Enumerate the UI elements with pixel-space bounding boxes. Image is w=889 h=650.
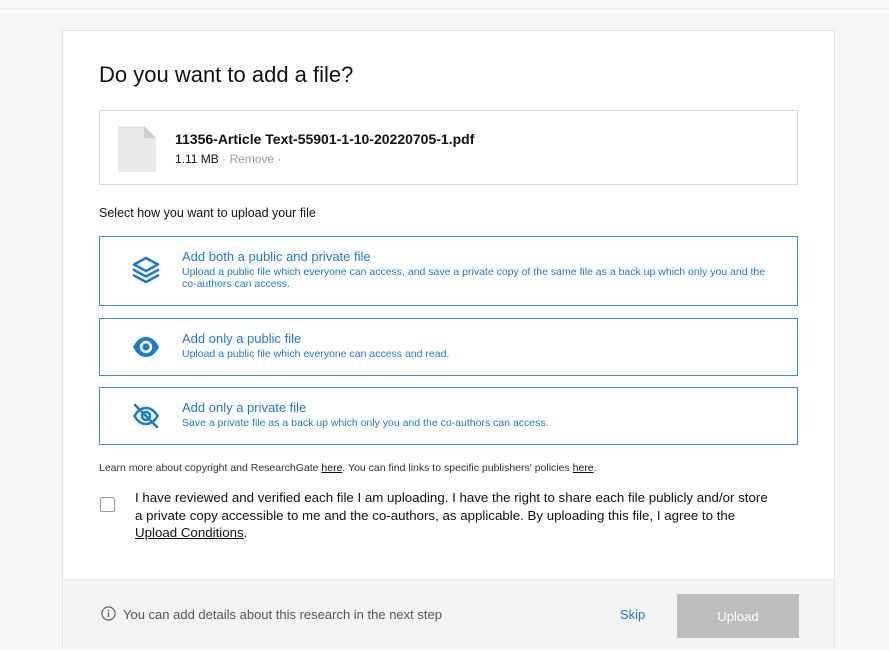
- upload-button[interactable]: Upload: [677, 594, 799, 638]
- option-title: Add only a private file: [182, 400, 307, 415]
- skip-button[interactable]: Skip: [620, 607, 645, 622]
- legal-text: . You can find links to specific publish…: [342, 462, 573, 474]
- document-icon: [118, 126, 156, 172]
- agreement-body: I have reviewed and verified each file I…: [135, 490, 768, 523]
- dialog-title: Do you want to add a file?: [99, 62, 354, 87]
- option-description: Save a private file as a back up which o…: [182, 417, 549, 429]
- agreement-end: .: [243, 525, 248, 540]
- agreement-checkbox[interactable]: [100, 497, 115, 512]
- option-description: Upload a public file which everyone can …: [182, 266, 766, 290]
- legal-text: Learn more about copyright and ResearchG…: [99, 462, 322, 474]
- legal-text: .: [593, 462, 597, 474]
- add-file-dialog: Do you want to add a file? 11356-Article…: [62, 30, 835, 648]
- copyright-note: Learn more about copyright and ResearchG…: [99, 462, 597, 474]
- separator: ·: [274, 152, 282, 166]
- option-title: Add both a public and private file: [182, 249, 371, 264]
- option-title: Add only a public file: [182, 331, 302, 346]
- option-description: Upload a public file which everyone can …: [182, 348, 450, 360]
- file-meta: 1.11 MB · Remove ·: [175, 152, 282, 166]
- option-public-only[interactable]: Add only a public file Upload a public f…: [99, 318, 798, 376]
- upload-conditions-link[interactable]: Upload Conditions: [135, 525, 244, 540]
- publisher-policies-here-link[interactable]: here: [573, 462, 594, 474]
- file-size: 1.11 MB: [175, 152, 219, 166]
- separator: ·: [218, 152, 230, 166]
- agreement-text: I have reviewed and verified each file I…: [135, 489, 775, 542]
- dialog-footer: You can add details about this research …: [63, 579, 834, 648]
- option-private-only[interactable]: Add only a private file Save a private f…: [99, 387, 798, 445]
- page-top-bar: [0, 0, 889, 9]
- layers-icon: [132, 256, 160, 284]
- eye-slash-icon: [132, 403, 160, 429]
- option-public-and-private[interactable]: Add both a public and private file Uploa…: [99, 236, 798, 306]
- copyright-here-link[interactable]: here: [321, 462, 342, 474]
- file-card: 11356-Article Text-55901-1-10-20220705-1…: [99, 110, 798, 185]
- upload-prompt: Select how you want to upload your file: [99, 206, 316, 220]
- info-icon: [101, 606, 116, 621]
- eye-icon: [133, 337, 159, 357]
- file-name: 11356-Article Text-55901-1-10-20220705-1…: [175, 131, 475, 147]
- footer-note: You can add details about this research …: [123, 607, 442, 622]
- remove-file-link[interactable]: Remove: [229, 152, 274, 166]
